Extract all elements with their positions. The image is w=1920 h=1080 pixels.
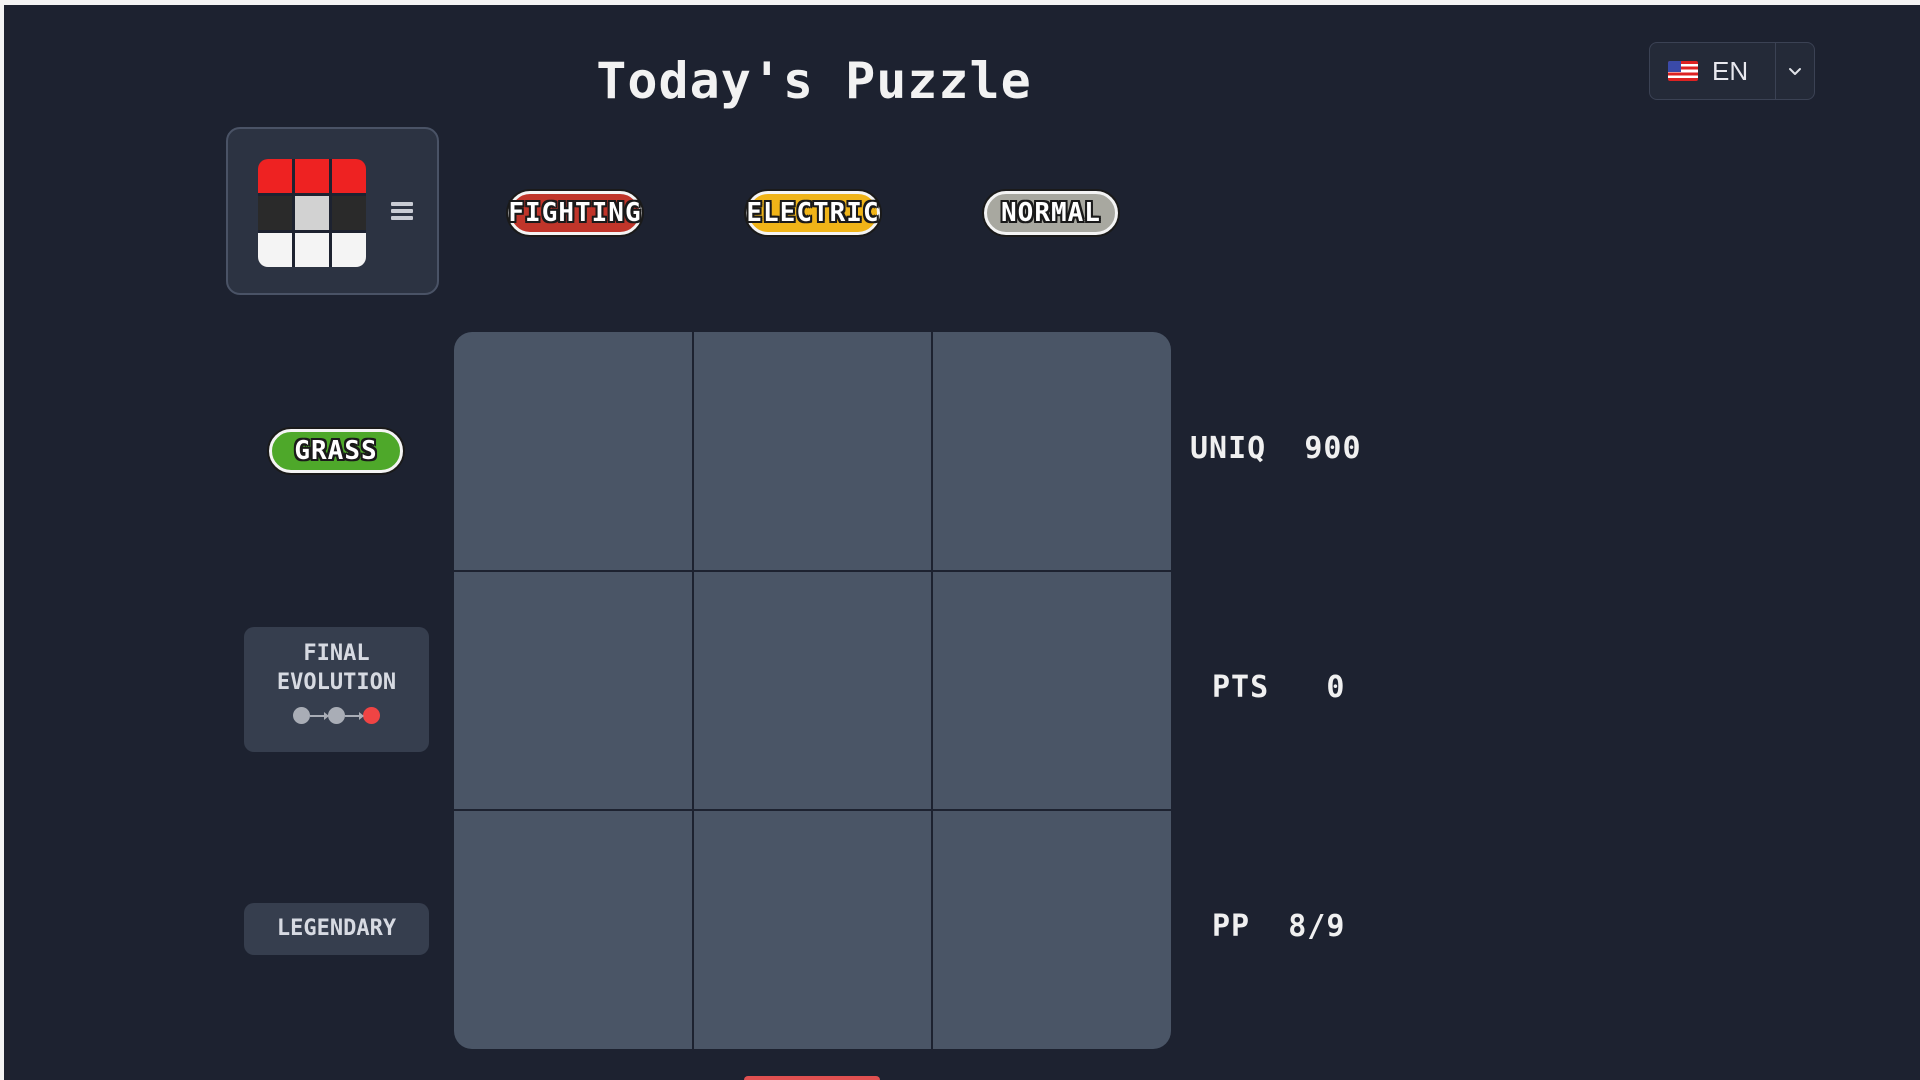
grid-cell[interactable] bbox=[933, 332, 1171, 570]
language-label: EN bbox=[1712, 55, 1749, 86]
language-dropdown-button[interactable] bbox=[1775, 43, 1814, 99]
grid-cell[interactable] bbox=[693, 811, 932, 1049]
chevron-down-icon bbox=[1789, 68, 1801, 75]
stat-uniq-label: UNIQ bbox=[1190, 431, 1267, 466]
bottom-action-tab[interactable] bbox=[744, 1076, 880, 1080]
stat-uniq-value: 900 bbox=[1304, 431, 1362, 466]
evolution-chain-icon bbox=[244, 707, 429, 724]
page-title: Today's Puzzle bbox=[596, 52, 1032, 110]
grid-cell[interactable] bbox=[693, 571, 932, 810]
grid-cell[interactable] bbox=[693, 332, 932, 570]
grid-cell[interactable] bbox=[933, 811, 1171, 1049]
grid-cell[interactable] bbox=[454, 332, 692, 570]
logo-menu-button[interactable] bbox=[226, 127, 439, 295]
row-header-final-evolution-line1: FINAL bbox=[303, 641, 370, 666]
stat-uniq: UNIQ 900 bbox=[1190, 431, 1362, 466]
grid-cell[interactable] bbox=[454, 811, 692, 1049]
stat-pp-value: 8/9 bbox=[1288, 909, 1346, 944]
row-header-final-evolution-line2: EVOLUTION bbox=[276, 670, 397, 695]
language-selector[interactable]: EN bbox=[1649, 42, 1815, 100]
stat-pts: PTS 0 bbox=[1212, 670, 1345, 705]
stat-pp: PP 8/9 bbox=[1212, 909, 1345, 944]
grid-cell[interactable] bbox=[454, 571, 692, 810]
row-header-grass[interactable]: GRASS bbox=[269, 429, 403, 473]
app-root: Today's Puzzle EN FIGHTING ELECTRIC NORM… bbox=[4, 5, 1920, 1080]
column-header-fighting[interactable]: FIGHTING bbox=[508, 191, 642, 235]
hamburger-menu-icon[interactable] bbox=[391, 202, 413, 222]
row-header-legendary[interactable]: LEGENDARY bbox=[244, 903, 429, 955]
puzzle-grid bbox=[454, 332, 1171, 1049]
logo-icon bbox=[258, 159, 366, 267]
column-header-electric[interactable]: ELECTRIC bbox=[746, 191, 880, 235]
column-header-normal[interactable]: NORMAL bbox=[984, 191, 1118, 235]
row-header-final-evolution[interactable]: FINAL EVOLUTION bbox=[244, 627, 429, 752]
us-flag-icon bbox=[1668, 61, 1698, 81]
stat-pp-label: PP bbox=[1212, 909, 1251, 944]
grid-cell[interactable] bbox=[933, 571, 1171, 810]
language-current[interactable]: EN bbox=[1650, 43, 1775, 99]
stat-pts-label: PTS bbox=[1212, 670, 1270, 705]
stat-pts-value: 0 bbox=[1326, 670, 1346, 705]
